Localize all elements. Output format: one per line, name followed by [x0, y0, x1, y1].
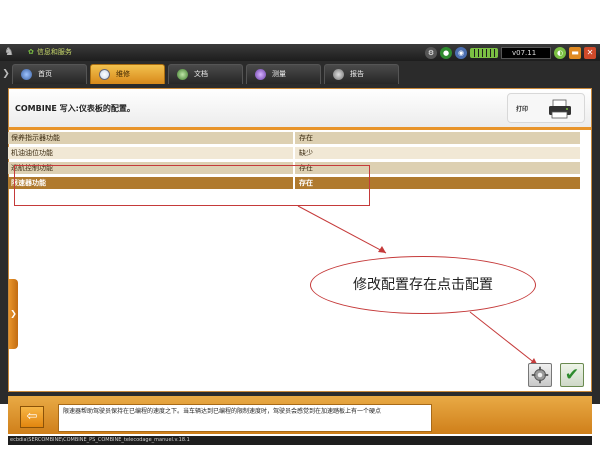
table-row[interactable]: 保养指示器功能 存在 [8, 132, 580, 144]
report-icon [333, 69, 344, 80]
header-divider [9, 127, 591, 130]
title-bar-controls: ⚙ ● ◉ v07.11 ◐ ▬ ✕ [425, 46, 596, 59]
annotation-callout: 修改配置存在点击配置 [310, 256, 536, 314]
app-window: ♞ ✿ 信息和服务 ⚙ ● ◉ v07.11 ◐ ▬ ✕ ❯ 首页 维修 文档 测… [0, 44, 600, 445]
tab-home[interactable]: 首页 [12, 64, 87, 84]
network-icon[interactable]: ◉ [455, 46, 467, 59]
wave-icon [255, 69, 266, 80]
check-icon: ✔ [564, 365, 580, 385]
print-button[interactable]: 打印 [507, 93, 585, 123]
close-button[interactable]: ✕ [584, 46, 596, 59]
configure-icon [531, 366, 549, 384]
connection-icon[interactable]: ● [440, 46, 452, 59]
table-row[interactable]: 机油油位功能 缺少 [8, 147, 580, 159]
footer-bar: ⇦ 限速器帮助驾驶员保持在已编程的速度之下。当车辆达到已编程的限制速度时，驾驶员… [8, 396, 592, 434]
confirm-check-button[interactable]: ✔ [560, 363, 584, 387]
tab-measure[interactable]: 测量 [246, 64, 321, 84]
version-label: v07.11 [501, 46, 551, 59]
tab-report[interactable]: 报告 [324, 64, 399, 84]
help-message: 限速器帮助驾驶员保持在已编程的速度之下。当车辆达到已编程的限制速度时，驾驶员会感… [58, 404, 432, 432]
magnifier-icon [99, 69, 110, 80]
battery-indicator [470, 47, 498, 58]
configure-button[interactable] [528, 363, 552, 387]
globe-icon [21, 69, 32, 80]
title-bar: ♞ ✿ 信息和服务 ⚙ ● ◉ v07.11 ◐ ▬ ✕ [0, 44, 600, 61]
lion-logo-icon: ♞ [4, 45, 14, 58]
tab-repair[interactable]: 维修 [90, 64, 165, 84]
minimize-button[interactable]: ▬ [569, 46, 581, 59]
back-button[interactable]: ⇦ [20, 406, 44, 428]
side-collapse-tab[interactable]: ❯ [9, 279, 18, 349]
tab-bar: 首页 维修 文档 测量 报告 [0, 64, 600, 84]
panel-header: COMBINE 写入:仪表板的配置。 打印 [9, 89, 591, 127]
annotation-highlight-box [14, 165, 370, 206]
status-path: ecbdia\SERCOMBINE\COMBINE_PS_COMBINE_tel… [8, 436, 592, 445]
tab-documents[interactable]: 文档 [168, 64, 243, 84]
leaf-icon: ✿ [28, 48, 34, 56]
settings-icon[interactable]: ⚙ [425, 46, 437, 59]
status-icon: ◐ [554, 46, 566, 59]
document-icon [177, 69, 188, 80]
app-title: ✿ 信息和服务 [28, 48, 72, 56]
printer-icon [549, 99, 571, 119]
page-title: COMBINE 写入:仪表板的配置。 [15, 104, 135, 113]
